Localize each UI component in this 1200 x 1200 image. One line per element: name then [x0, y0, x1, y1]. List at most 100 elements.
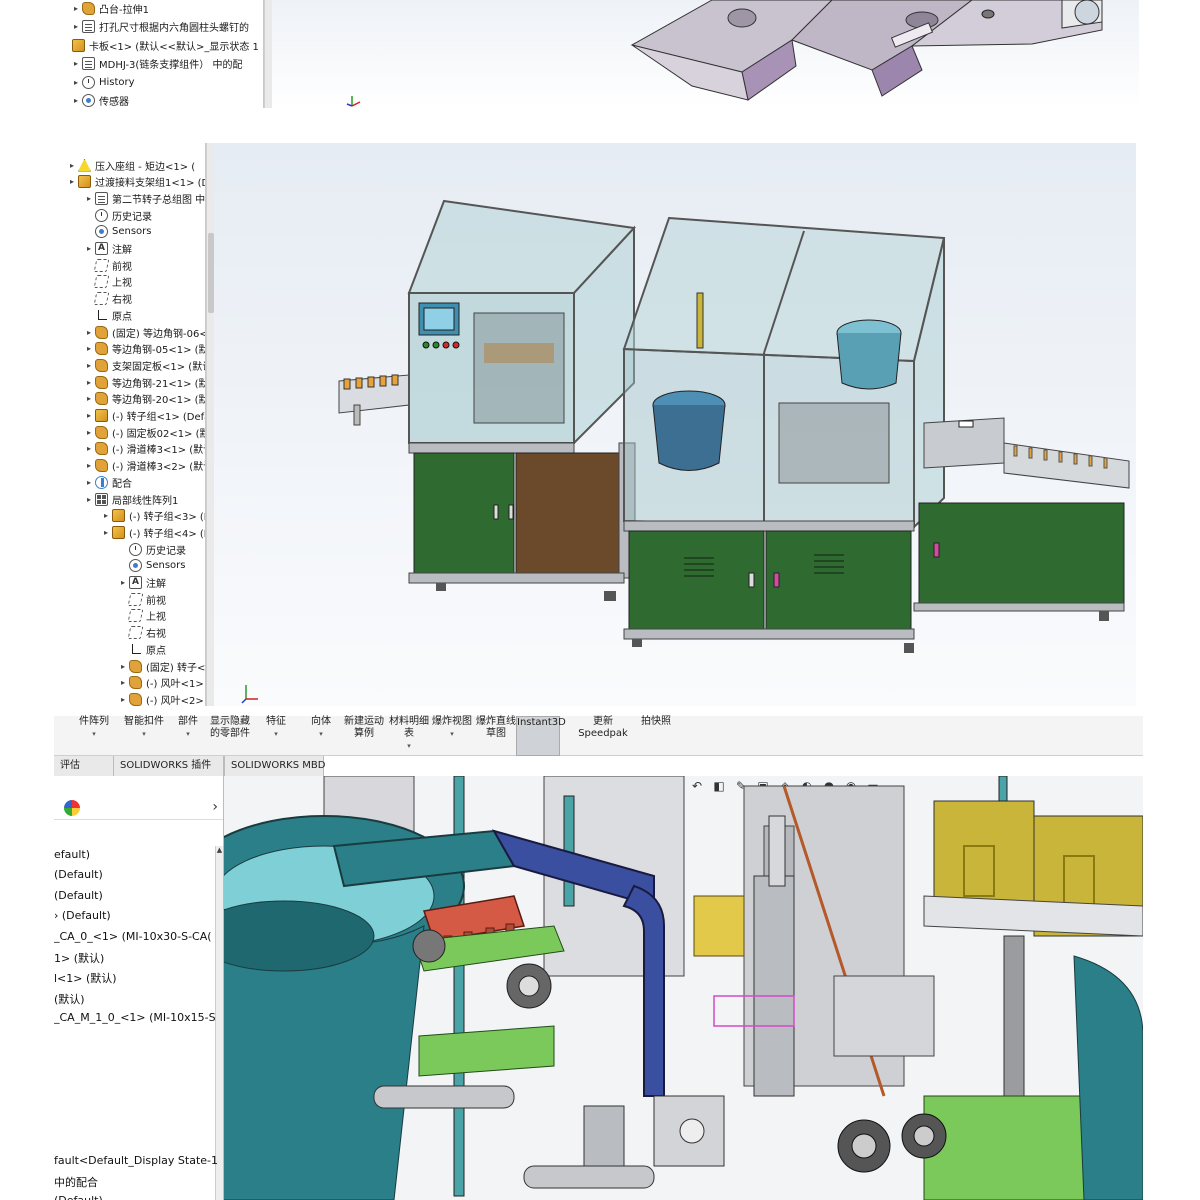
- ribbon-button[interactable]: 更新Speedpak: [574, 716, 632, 756]
- top-tree-node[interactable]: 卡板<1> (默认<<默认>_显示状态 1: [60, 37, 259, 53]
- middle-tree-node[interactable]: ▸ 配合: [83, 474, 132, 490]
- expand-arrow-icon[interactable]: ▸: [70, 96, 82, 105]
- middle-tree-node[interactable]: ▸ (-) 固定板02<1> (默认: [83, 424, 205, 440]
- expand-arrow-icon[interactable]: ▸: [83, 495, 95, 504]
- expand-arrow-icon[interactable]: ▸: [83, 428, 95, 437]
- expand-arrow-icon[interactable]: ▸: [83, 378, 95, 387]
- middle-tree-node[interactable]: ▸ (-) 滑道棒3<1> (默认: [83, 441, 205, 457]
- top-tree-node[interactable]: ▸ 凸台-拉伸1: [70, 0, 149, 16]
- middle-tree-node[interactable]: 上视: [83, 274, 132, 290]
- up-arrow-icon[interactable]: ▲: [216, 846, 223, 854]
- bottom-tree-row[interactable]: (Default): [54, 868, 103, 881]
- middle-tree-node[interactable]: ▸ (-) 滑道棒3<2> (默认: [83, 458, 205, 474]
- top-tree-node[interactable]: ▸ History: [70, 74, 135, 90]
- expand-arrow-icon[interactable]: ▸: [117, 662, 129, 671]
- top-3d-viewport[interactable]: [272, 0, 1139, 108]
- expand-arrow-icon[interactable]: ▸: [70, 4, 82, 13]
- middle-tree-node[interactable]: ▸ 压入座组 - 矩边<1> (: [66, 157, 195, 173]
- middle-tree-node[interactable]: Sensors: [117, 558, 186, 574]
- dropdown-arrow-icon[interactable]: ▾: [166, 728, 210, 740]
- expand-arrow-icon[interactable]: ▸: [70, 22, 82, 31]
- middle-tree-node[interactable]: ▸ (固定) 等边角钢-06<1: [83, 324, 205, 340]
- ribbon-button[interactable]: 材料明细表 ▾: [387, 716, 431, 756]
- bottom-tree-row[interactable]: (Default): [54, 1194, 103, 1200]
- middle-tree-node[interactable]: ▸ (-) 转子组<1> (Defau: [83, 408, 205, 424]
- bottom-tree-row[interactable]: efault): [54, 848, 90, 861]
- tab-solidworks-addins[interactable]: SOLIDWORKS 插件: [114, 756, 224, 776]
- ribbon-button[interactable]: 爆炸直线草图: [474, 716, 518, 756]
- bottom-tree-row[interactable]: (Default): [54, 889, 103, 902]
- bottom-tree-row[interactable]: (默认): [54, 991, 85, 1007]
- ribbon-button[interactable]: 爆炸视图 ▾: [430, 716, 474, 756]
- tab-evaluate[interactable]: 评估: [54, 756, 114, 776]
- middle-tree-node[interactable]: 右视: [83, 291, 132, 307]
- ribbon-button[interactable]: Instant3D: [516, 716, 566, 756]
- middle-tree-node[interactable]: ▸ (-) 转子组<4> (D: [100, 524, 205, 540]
- middle-tree-node[interactable]: 前视: [83, 257, 132, 273]
- middle-tree-node[interactable]: ▸ (固定) 转子<1: [117, 658, 205, 674]
- expand-arrow-icon[interactable]: ▸: [117, 678, 129, 687]
- expand-arrow-icon[interactable]: ▸: [100, 528, 112, 537]
- middle-tree-node[interactable]: 历史记录: [83, 207, 152, 223]
- dropdown-arrow-icon[interactable]: ▾: [122, 728, 166, 740]
- bottom-tree-row[interactable]: fault<Default_Display State-1: [54, 1154, 218, 1167]
- bottom-feature-manager[interactable]: › ▲ efault) (Default) (Default) › (Default)…: [54, 776, 224, 1200]
- ribbon-button[interactable]: 件阵列 ▾: [72, 716, 116, 756]
- middle-tree-node[interactable]: Sensors: [83, 224, 152, 240]
- middle-tree-node[interactable]: ▸ 等边角钢-20<1> (默认: [83, 391, 205, 407]
- expand-arrow-icon[interactable]: ▸: [83, 328, 95, 337]
- expand-arrow-icon[interactable]: ▸: [83, 411, 95, 420]
- bottom-tree-row[interactable]: › (Default): [54, 909, 111, 922]
- ribbon-button[interactable]: 拍快照: [634, 716, 678, 756]
- top-tree-scrollbar[interactable]: [264, 0, 272, 108]
- expand-arrow-icon[interactable]: ▸: [70, 59, 82, 68]
- dropdown-arrow-icon[interactable]: ▾: [299, 728, 343, 740]
- ribbon-button[interactable]: 部件 ▾: [166, 716, 210, 756]
- dropdown-arrow-icon[interactable]: ▾: [430, 728, 474, 740]
- expand-arrow-icon[interactable]: ▸: [100, 511, 112, 520]
- middle-tree-node[interactable]: ▸ A 注解: [83, 241, 132, 257]
- ribbon-button[interactable]: 智能扣件 ▾: [122, 716, 166, 756]
- expand-arrow-icon[interactable]: ▸: [117, 578, 129, 587]
- middle-tree-node[interactable]: ▸ 局部线性阵列1: [83, 491, 178, 507]
- expand-arrow-icon[interactable]: ▸: [83, 478, 95, 487]
- bottom-tree-row[interactable]: _CA_M_1_0_<1> (MI-10x15-S: [54, 1011, 216, 1024]
- tab-solidworks-mbd[interactable]: SOLIDWORKS MBD: [224, 756, 325, 776]
- bottom-tree-row[interactable]: _CA_0_<1> (MI-10x30-S-CA(: [54, 930, 212, 943]
- middle-tree-node[interactable]: 原点: [117, 641, 166, 657]
- middle-tree-node[interactable]: ▸ 等边角钢-05<1> (默认: [83, 341, 205, 357]
- middle-tree-node[interactable]: 历史记录: [117, 541, 186, 557]
- dropdown-arrow-icon[interactable]: ▾: [254, 728, 298, 740]
- expand-arrow-icon[interactable]: ▸: [66, 177, 78, 186]
- dropdown-arrow-icon[interactable]: ▾: [72, 728, 116, 740]
- middle-tree-node[interactable]: ▸ A 注解: [117, 575, 166, 591]
- bottom-tree-row[interactable]: l<1> (默认): [54, 970, 117, 986]
- bottom-tree-row[interactable]: 中的配合: [54, 1174, 98, 1190]
- chevron-right-icon[interactable]: ›: [212, 799, 218, 815]
- middle-tree-node[interactable]: 前视: [117, 591, 166, 607]
- middle-tree-node[interactable]: ▸ 第二节转子总组图 中的: [83, 190, 205, 206]
- middle-tree-node[interactable]: 原点: [83, 307, 132, 323]
- ribbon-button[interactable]: 特征 ▾: [254, 716, 298, 756]
- ribbon-button[interactable]: 显示隐藏的零部件: [208, 716, 252, 756]
- manager-scrollbar[interactable]: ▲: [215, 846, 223, 1200]
- bottom-tree-row[interactable]: 1> (默认): [54, 950, 104, 966]
- top-tree-node[interactable]: ▸ 传感器: [70, 93, 129, 108]
- expand-arrow-icon[interactable]: ▸: [83, 394, 95, 403]
- expand-arrow-icon[interactable]: ▸: [83, 461, 95, 470]
- middle-tree-node[interactable]: 右视: [117, 625, 166, 641]
- middle-tree-node[interactable]: ▸ (-) 风叶<1> (: [117, 675, 205, 691]
- ribbon-button[interactable]: 向体 ▾: [299, 716, 343, 756]
- middle-tree-scrollbar[interactable]: [206, 143, 214, 706]
- middle-tree-node[interactable]: ▸ 等边角钢-21<1> (默认: [83, 374, 205, 390]
- dropdown-arrow-icon[interactable]: ▾: [387, 740, 431, 752]
- expand-arrow-icon[interactable]: ▸: [83, 344, 95, 353]
- expand-arrow-icon[interactable]: ▸: [83, 444, 95, 453]
- top-tree-node[interactable]: ▸ MDHJ-3(链条支撑组件） 中的配: [70, 56, 243, 72]
- middle-tree-node[interactable]: ▸ 支架固定板<1> (默认: [83, 357, 205, 373]
- expand-arrow-icon[interactable]: ▸: [117, 695, 129, 704]
- appearance-icon[interactable]: [64, 800, 80, 816]
- expand-arrow-icon[interactable]: ▸: [66, 161, 78, 170]
- expand-arrow-icon[interactable]: ▸: [83, 194, 95, 203]
- top-tree-node[interactable]: ▸ 打孔尺寸根据内六角圆柱头螺钉的: [70, 19, 249, 35]
